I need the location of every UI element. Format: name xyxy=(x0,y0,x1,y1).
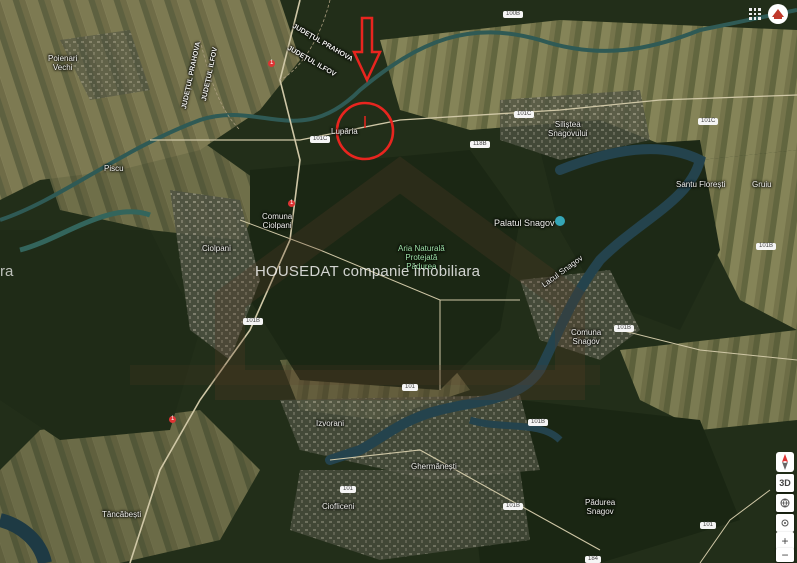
compass-icon[interactable] xyxy=(776,452,794,472)
poi-museum-icon[interactable] xyxy=(555,216,565,226)
apps-grid-icon[interactable] xyxy=(749,8,761,20)
road-shield: 101B xyxy=(614,325,635,332)
label-luparia: Lupăria xyxy=(331,127,358,136)
label-poienari: Poienari Vechi xyxy=(48,54,78,72)
label-padurea-snagov: Pădurea Snagov xyxy=(585,498,616,516)
road-shield: 101C xyxy=(310,136,331,143)
road-shield: 101 xyxy=(700,522,717,529)
road-shield: 118B xyxy=(470,141,490,148)
satellite-terrain[interactable] xyxy=(0,0,797,563)
watermark-left-text: ra xyxy=(0,263,14,280)
label-ciofliceni: Ciofliceni xyxy=(322,502,355,511)
road-shield: 101B xyxy=(528,419,549,426)
road-shield: 100B xyxy=(503,11,524,18)
road-shield: 101 xyxy=(340,486,357,493)
label-piscu: Piscu xyxy=(104,164,124,173)
globe-icon[interactable] xyxy=(776,494,794,512)
label-ciolpani: Ciolpani xyxy=(202,244,231,253)
label-palatul-snagov: Palatul Snagov xyxy=(494,218,555,228)
label-comuna-ciolpani: Comuna Ciolpani xyxy=(262,212,293,230)
road-shield: 184 xyxy=(585,556,602,563)
label-ghermanesti: Ghermănești xyxy=(411,462,457,471)
road-shield: 101C xyxy=(698,118,719,125)
road-shield: 101B xyxy=(503,503,524,510)
road-shield: 101B xyxy=(756,243,777,250)
label-gruiu: Gruiu xyxy=(752,180,772,189)
account-avatar-icon[interactable] xyxy=(768,4,788,24)
my-location-icon[interactable] xyxy=(776,514,794,532)
label-santu-floresti: Santu Florești xyxy=(676,180,726,189)
watermark-text: HOUSEDAT companie imobiliara xyxy=(255,263,481,280)
road-shield: 101C xyxy=(514,111,535,118)
3d-toggle-button[interactable]: 3D xyxy=(776,474,794,492)
label-silistea: Siliștea Snagovului xyxy=(548,120,588,138)
satellite-map[interactable]: JUDEȚUL PRAHOVA JUDEȚUL ILFOV JUDEȚUL PR… xyxy=(0,0,797,563)
road-shield: 101B xyxy=(243,318,264,325)
road-shield: 101 xyxy=(402,384,419,391)
label-comuna-snagov: Comuna Snagov xyxy=(571,328,602,346)
label-izvorani: Izvorani xyxy=(316,419,345,428)
label-tancabesti: Tâncăbești xyxy=(102,510,142,519)
zoom-out-button[interactable]: − xyxy=(776,548,794,562)
